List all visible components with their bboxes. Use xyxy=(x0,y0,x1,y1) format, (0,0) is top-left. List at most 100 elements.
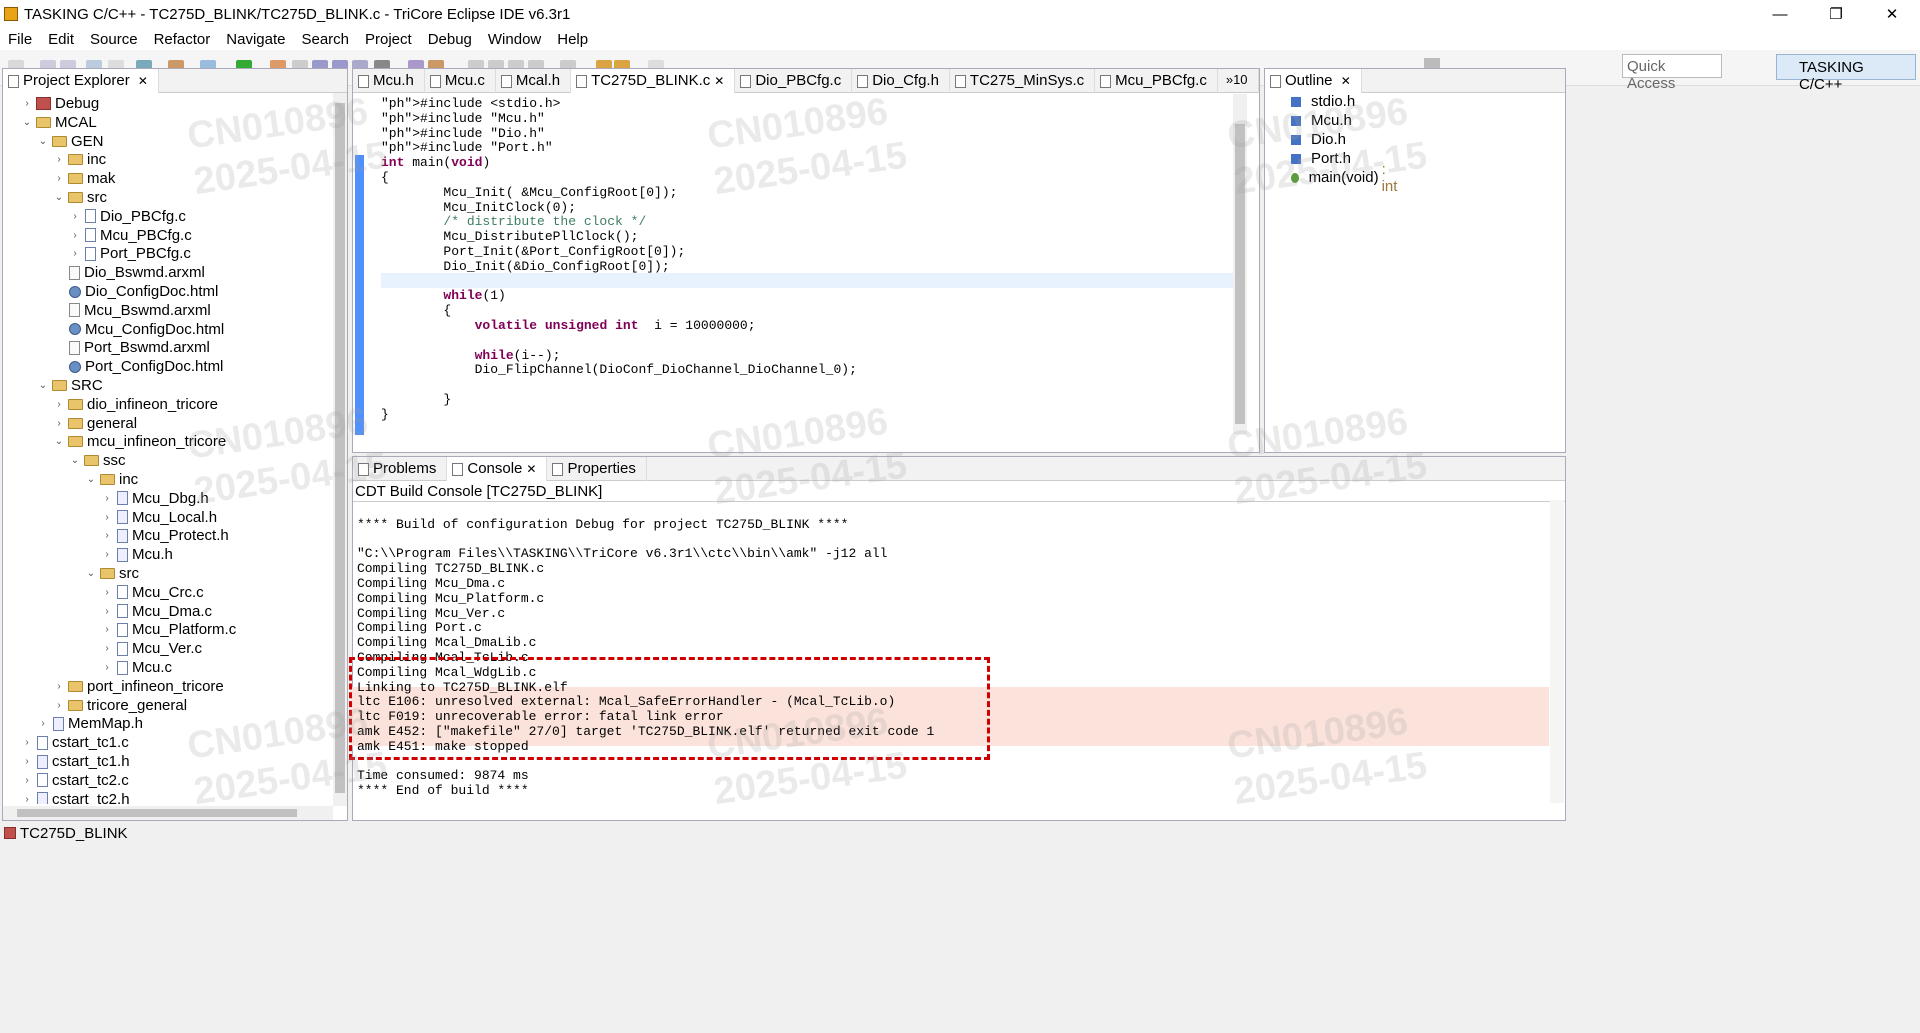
c-file-icon xyxy=(117,660,128,675)
tree-arrow-icon[interactable]: › xyxy=(100,549,114,560)
lower-area xyxy=(0,844,1920,1033)
console-line: Compiling Mcal_DmaLib.c xyxy=(357,635,537,651)
tree-arrow-icon[interactable]: › xyxy=(100,606,114,617)
header-file-icon xyxy=(117,510,128,525)
tree-arrow-icon[interactable]: › xyxy=(52,700,66,711)
editor-vscrollbar[interactable] xyxy=(1233,94,1247,434)
maximize-button[interactable]: ❐ xyxy=(1808,0,1864,28)
code-line: "ph">#include "Dio.h" xyxy=(381,125,545,141)
close-icon[interactable]: ✕ xyxy=(526,462,536,476)
tab-outline[interactable]: Outline ✕ xyxy=(1265,69,1362,93)
tree-arrow-icon[interactable]: › xyxy=(52,681,66,692)
close-icon[interactable]: ✕ xyxy=(1341,74,1351,88)
header-file-icon xyxy=(117,547,128,562)
outline-label: Dio.h xyxy=(1311,131,1347,148)
tree-arrow-icon[interactable]: › xyxy=(20,737,34,748)
explorer-hscroll-thumb[interactable] xyxy=(17,809,297,817)
outline-include[interactable]: Port.h xyxy=(1291,149,1351,168)
function-icon xyxy=(1291,172,1299,183)
project-icon xyxy=(4,827,16,839)
tree-item-label: Mcu_Platform.c xyxy=(132,621,237,639)
code-line: } xyxy=(381,406,389,422)
close-button[interactable]: ✕ xyxy=(1864,0,1920,28)
tab-console[interactable]: Console ✕ xyxy=(447,457,548,481)
outline-function[interactable]: main(void): int xyxy=(1291,161,1400,195)
console-line: **** Build of configuration Debug for pr… xyxy=(357,516,849,532)
code-line: { xyxy=(381,303,452,319)
outline-title: Outline xyxy=(1285,72,1333,89)
minimize-button[interactable]: — xyxy=(1752,0,1808,28)
header-file-icon xyxy=(117,491,128,506)
status-bar: TC275D_BLINK xyxy=(0,822,1920,844)
tree-item-label: tricore_general xyxy=(87,696,188,714)
include-icon xyxy=(1291,115,1301,126)
console-line: Compiling Mcu_Platform.c xyxy=(357,590,545,606)
outline-include[interactable]: stdio.h xyxy=(1291,92,1355,111)
outline-function-label: main(void) xyxy=(1308,169,1379,186)
quick-access-input[interactable]: Quick Access xyxy=(1622,54,1722,92)
console-title: CDT Build Console [TC275D_BLINK] xyxy=(355,483,603,500)
tree-item-label: port_infineon_tricore xyxy=(87,677,224,695)
tree-arrow-icon[interactable]: › xyxy=(36,718,50,729)
code-line: "ph">#include "Mcu.h" xyxy=(381,110,545,126)
console-vscrollbar[interactable] xyxy=(1550,500,1564,803)
header-file-icon xyxy=(117,528,128,543)
tree-arrow-icon[interactable]: › xyxy=(100,587,114,598)
tree-item-label: inc xyxy=(119,471,139,488)
code-line: "ph">#include "Port.h" xyxy=(381,140,553,156)
console-line: Time consumed: 9874 ms xyxy=(357,768,529,784)
tree-arrow-icon[interactable]: ⌄ xyxy=(84,474,98,485)
outline-icon xyxy=(1270,75,1281,88)
c-file-icon xyxy=(37,773,48,788)
tree-arrow-icon[interactable]: › xyxy=(20,794,34,804)
tree-arrow-icon[interactable]: › xyxy=(100,512,114,523)
tab-properties[interactable]: Properties xyxy=(547,457,647,481)
tree-item-label: Mcu_Crc.c xyxy=(132,583,204,601)
tree-arrow-icon[interactable]: › xyxy=(100,493,114,504)
tree-arrow-icon[interactable]: › xyxy=(100,624,114,635)
perspective-button[interactable]: TASKING C/C++ xyxy=(1776,54,1916,93)
code-line: while(1) xyxy=(443,288,506,304)
outline-include[interactable]: Mcu.h xyxy=(1291,111,1352,130)
c-file-icon xyxy=(117,622,128,637)
tree-item-label: Mcu_Dma.c xyxy=(132,602,213,620)
code-line: int main(void) xyxy=(381,155,491,171)
tree-arrow-icon[interactable]: › xyxy=(20,775,34,786)
folder-icon xyxy=(68,680,83,692)
tree-item-label: Mcu_Protect.h xyxy=(132,527,229,545)
tree-item[interactable]: › cstart_tc2.h xyxy=(20,788,130,804)
tab-label: Problems xyxy=(373,460,437,477)
console-separator xyxy=(353,501,1565,502)
tree-item-label: MemMap.h xyxy=(68,715,144,733)
code-line: Mcu_DistributePllClock(); xyxy=(381,229,639,245)
tree-arrow-icon[interactable]: › xyxy=(100,530,114,541)
status-text: TC275D_BLINK xyxy=(20,824,128,842)
console-line: Compiling Mcu_Dma.c xyxy=(357,576,506,591)
tree-arrow-icon[interactable]: › xyxy=(100,643,114,654)
code-area[interactable]: "ph">#include <stdio.h> "ph">#include "Mc… xyxy=(0,0,1260,460)
header-file-icon xyxy=(37,754,48,769)
code-line: Dio_FlipChannel(DioConf_DioChannel_DioCh… xyxy=(381,362,857,378)
code-line: Mcu_Init( &Mcu_ConfigRoot[0]); xyxy=(381,184,678,200)
editor-vscroll-thumb[interactable] xyxy=(1235,124,1245,424)
outline-include[interactable]: Dio.h xyxy=(1291,130,1346,149)
tree-arrow-icon[interactable]: › xyxy=(100,662,114,673)
outline-tabbar: Outline ✕ xyxy=(1265,69,1565,93)
outline-label: Port.h xyxy=(1311,150,1352,167)
tab-problems[interactable]: Problems xyxy=(353,457,448,481)
tree-item-label: Mcu.h xyxy=(132,546,173,564)
code-line: while(i--); xyxy=(474,347,561,363)
tree-arrow-icon[interactable]: ⌄ xyxy=(84,568,98,579)
properties-icon xyxy=(552,463,564,476)
tree-item-label: cstart_tc1.c xyxy=(52,734,129,752)
outline-label: stdio.h xyxy=(1311,93,1356,110)
include-icon xyxy=(1291,96,1301,107)
code-line: /* distribute the clock */ xyxy=(381,214,647,230)
tab-label: Console xyxy=(467,460,523,477)
explorer-hscrollbar[interactable] xyxy=(3,806,333,820)
console-line: **** End of build **** xyxy=(357,783,529,799)
c-file-icon xyxy=(37,735,48,750)
tree-item-label: src xyxy=(119,565,139,582)
code-line: Dio_Init(&Dio_ConfigRoot[0]); xyxy=(381,258,670,274)
tree-arrow-icon[interactable]: › xyxy=(20,756,34,767)
